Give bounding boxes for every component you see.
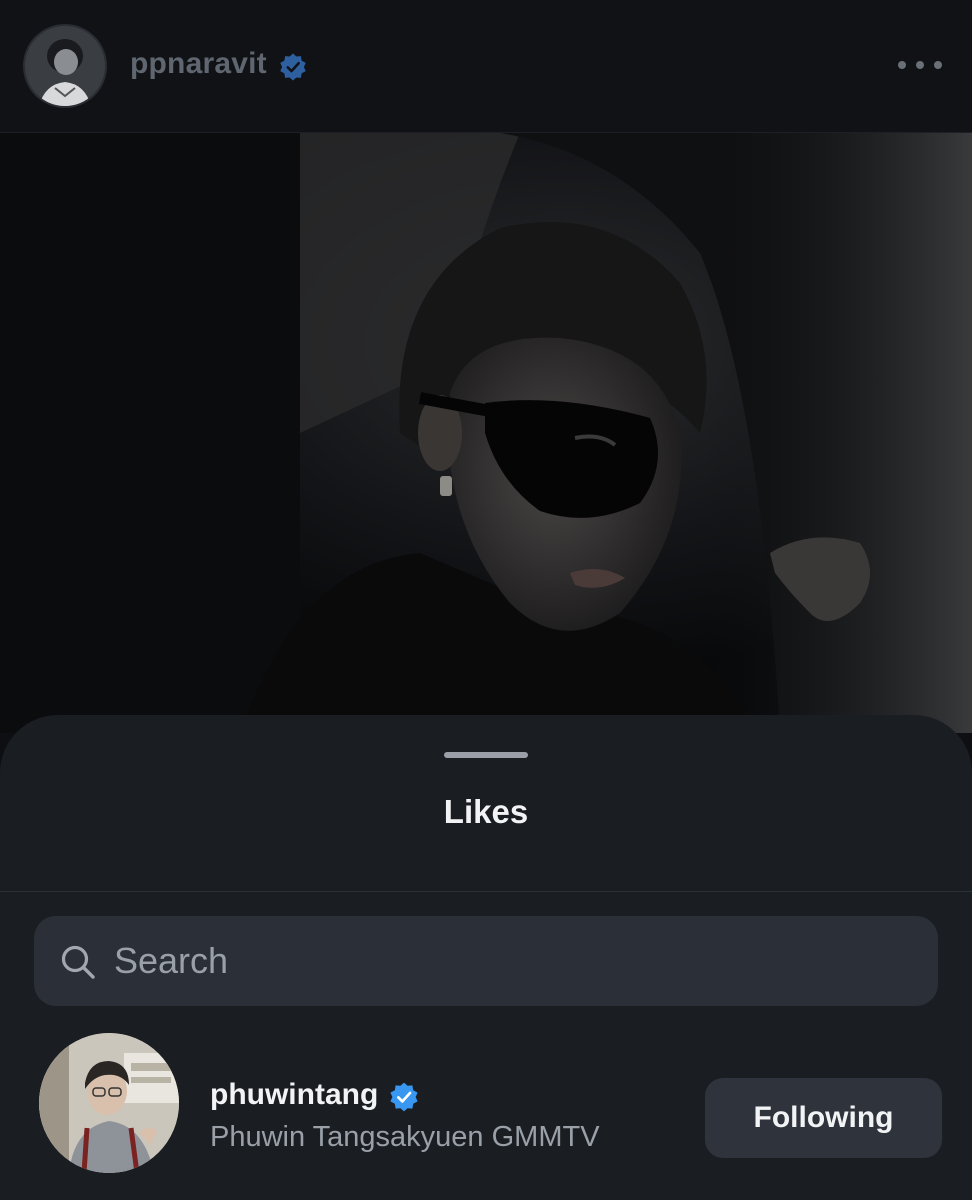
post-header: ppnaravit (0, 0, 972, 133)
sheet-title: Likes (443, 793, 529, 830)
post-image (0, 133, 972, 733)
more-dot-icon (934, 61, 942, 69)
search-icon (61, 945, 95, 979)
liker-username[interactable]: phuwintang (210, 1078, 378, 1112)
sheet-divider (0, 891, 972, 892)
following-button[interactable]: Following (705, 1078, 942, 1158)
liker-avatar[interactable] (39, 1033, 179, 1173)
verified-badge-icon (280, 53, 306, 81)
likes-sheet: Likes Search phuwintang Phuwin Tangsakyu… (0, 715, 972, 1200)
more-dot-icon (916, 61, 924, 69)
more-options-button[interactable] (898, 50, 942, 80)
more-dot-icon (898, 61, 906, 69)
verified-badge-icon (390, 1082, 418, 1112)
search-input[interactable] (114, 916, 914, 1006)
post-author-avatar[interactable] (25, 26, 105, 106)
liker-full-name: Phuwin Tangsakyuen GMMTV (210, 1121, 600, 1153)
post-author-username[interactable]: ppnaravit (130, 47, 267, 81)
instagram-post-screen: ppnaravit Likes Search phuwintang Phuwin… (0, 0, 972, 1200)
sheet-grabber[interactable] (444, 752, 528, 758)
liker-row[interactable]: phuwintang Phuwin Tangsakyuen GMMTV Foll… (0, 1028, 972, 1178)
search-bar[interactable] (34, 916, 938, 1006)
